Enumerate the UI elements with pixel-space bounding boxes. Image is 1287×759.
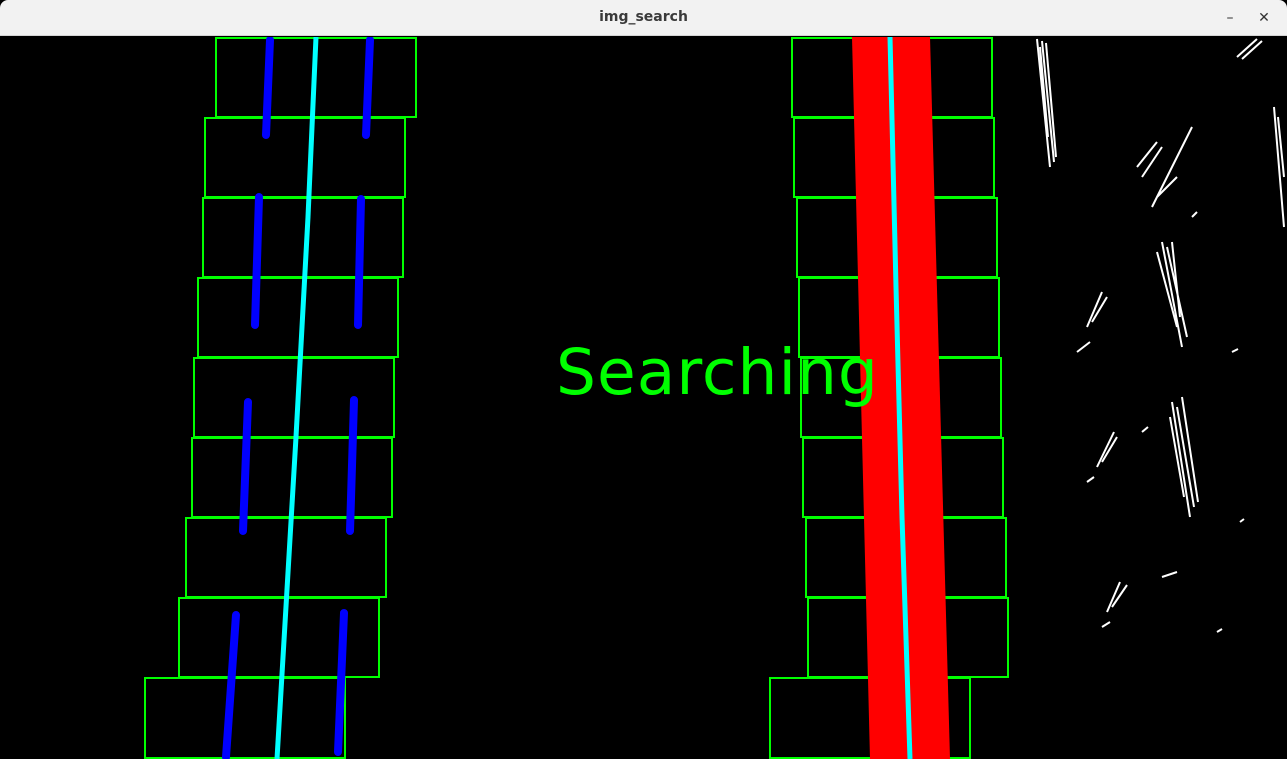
lane-pixel-dash: [251, 193, 263, 329]
lane-pixel-dash: [262, 37, 274, 139]
lane-pixel-dash: [362, 37, 374, 139]
noise-streak: [1076, 291, 1239, 353]
close-button[interactable]: ✕: [1253, 8, 1275, 28]
left-window-box: [204, 117, 406, 198]
close-icon: ✕: [1258, 10, 1270, 26]
left-window-box: [193, 357, 395, 438]
left-window-box: [178, 597, 380, 678]
lane-pixel-dash: [334, 609, 348, 756]
window-title: img_search: [599, 9, 688, 25]
lane-pixel-dash: [239, 398, 252, 535]
search-status-text: Searching: [556, 336, 879, 409]
lane-pixel-dash: [222, 611, 240, 759]
noise-streak: [1101, 518, 1245, 633]
noise-streak: [1136, 126, 1198, 218]
window-titlebar[interactable]: img_search – ✕: [0, 0, 1287, 36]
left-window-box: [144, 677, 346, 759]
left-window-box: [197, 277, 399, 358]
left-fit-line: [274, 37, 319, 759]
noise-streak: [1273, 106, 1285, 228]
minimize-icon: –: [1226, 10, 1234, 26]
lane-pixel-dash: [354, 195, 365, 329]
noise-streak: [1156, 241, 1188, 348]
lane-pixel-dash: [346, 396, 358, 535]
image-canvas: Searching: [2, 37, 1285, 759]
noise-streak: [1169, 396, 1199, 518]
noise-streak: [1236, 38, 1263, 60]
noise-streak: [1086, 426, 1149, 483]
minimize-button[interactable]: –: [1219, 8, 1241, 28]
noise-pixels: [1036, 38, 1285, 633]
app-window: img_search – ✕ Searching: [0, 0, 1287, 759]
noise-streak: [1036, 38, 1057, 168]
left-window-boxes: [144, 37, 417, 759]
